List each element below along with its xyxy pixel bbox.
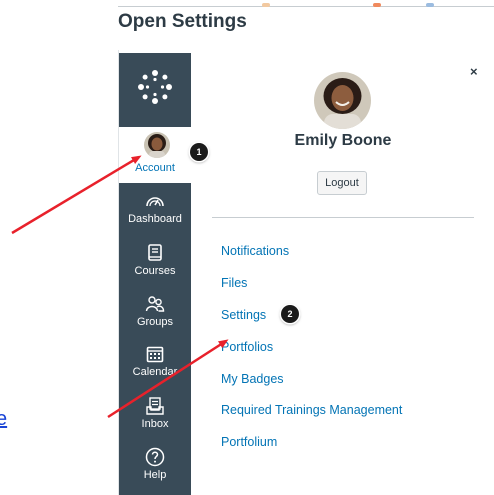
inbox-icon	[146, 397, 164, 415]
tray-link-my-badges[interactable]: My Badges	[221, 372, 284, 386]
tray-link-required-trainings[interactable]: Required Trainings Management	[221, 403, 402, 417]
nav-item-groups[interactable]: Groups	[119, 294, 191, 344]
nav-groups-label: Groups	[136, 316, 174, 328]
tray-link-portfolios[interactable]: Portfolios	[221, 340, 273, 354]
top-divider	[118, 6, 494, 7]
tray-link-portfolium[interactable]: Portfolium	[221, 435, 277, 449]
dashboard-icon	[146, 197, 164, 207]
callout-step-1: 1	[190, 143, 208, 161]
tray-avatar	[314, 72, 371, 129]
tray-link-settings[interactable]: Settings	[221, 308, 266, 322]
nav-help-label: Help	[143, 469, 167, 481]
nav-inbox-label: Inbox	[141, 418, 169, 430]
nav-dashboard-label: Dashboard	[128, 213, 182, 225]
help-icon	[145, 447, 165, 467]
calendar-icon	[146, 346, 164, 363]
nav-item-help[interactable]: Help	[119, 447, 191, 495]
canvas-logo-icon[interactable]	[119, 53, 191, 121]
nav-item-inbox[interactable]: Inbox	[119, 396, 191, 446]
nav-item-account[interactable]: Account	[119, 127, 191, 183]
close-tray-button[interactable]: ×	[470, 64, 478, 79]
groups-icon	[145, 296, 165, 312]
top-mark-b	[373, 3, 381, 7]
nav-item-dashboard[interactable]: Dashboard	[119, 191, 191, 241]
nav-item-courses[interactable]: Courses	[119, 243, 191, 293]
tray-link-files[interactable]: Files	[221, 276, 247, 290]
left-link-fragment[interactable]: e	[0, 408, 7, 431]
global-navigation: Account Dashboard Courses Groups Calenda…	[119, 53, 191, 495]
top-mark-c	[426, 3, 434, 7]
tray-link-notifications[interactable]: Notifications	[221, 244, 289, 258]
avatar	[144, 132, 170, 158]
nav-account-label: Account	[135, 162, 175, 174]
nav-courses-label: Courses	[134, 265, 176, 277]
page-title: Open Settings	[118, 11, 247, 32]
callout-step-2: 2	[281, 305, 299, 323]
user-name: Emily Boone	[294, 132, 392, 149]
logout-button[interactable]: Logout	[317, 171, 367, 195]
top-mark-a	[262, 3, 270, 7]
courses-icon	[148, 244, 162, 261]
tray-divider	[212, 217, 474, 218]
nav-calendar-label: Calendar	[132, 366, 178, 378]
nav-item-calendar[interactable]: Calendar	[119, 344, 191, 394]
